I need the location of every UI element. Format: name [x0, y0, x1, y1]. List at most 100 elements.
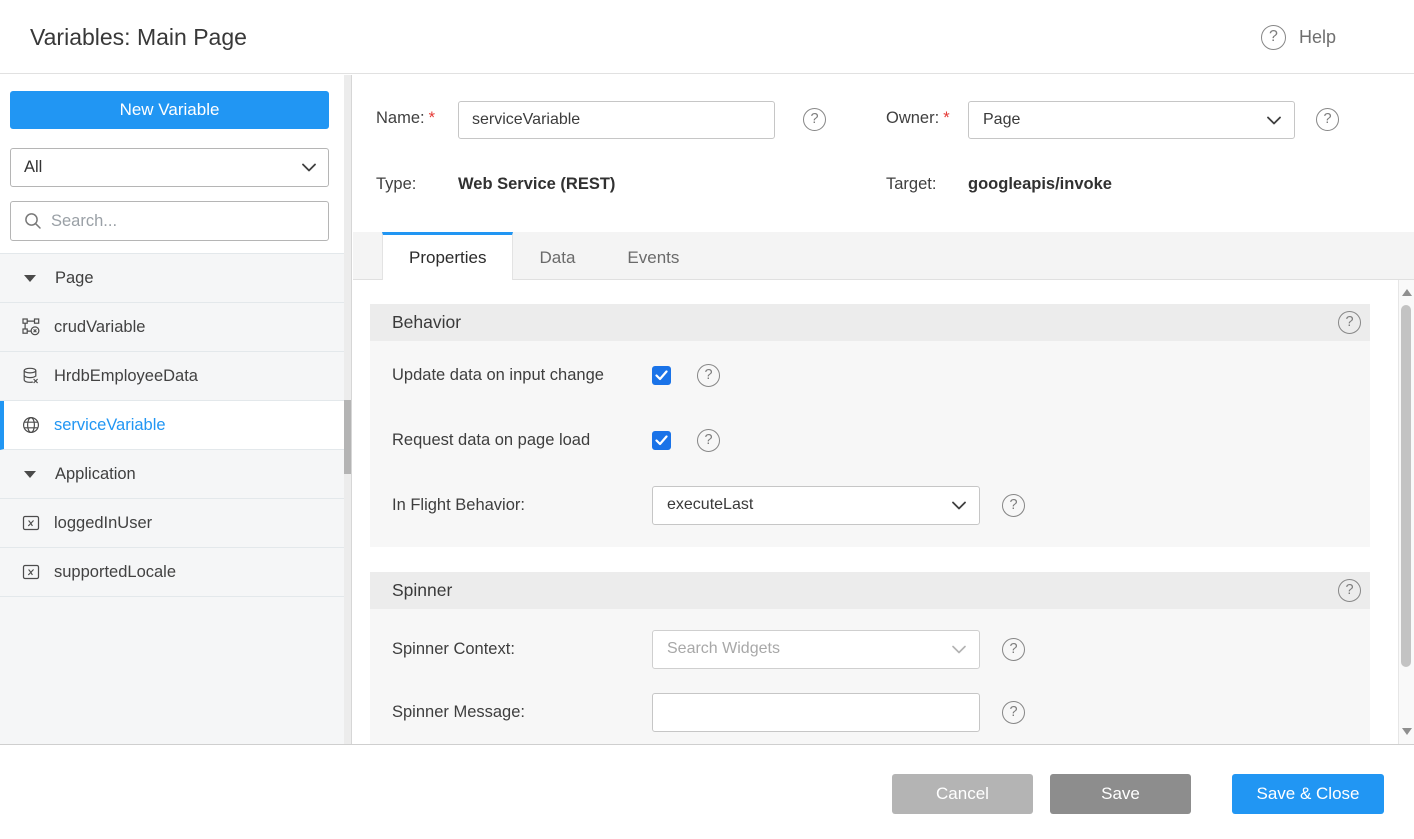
cancel-button[interactable]: Cancel — [892, 774, 1033, 814]
list-item-label: serviceVariable — [54, 416, 166, 435]
chevron-down-icon — [1267, 116, 1281, 125]
search-icon — [24, 212, 42, 230]
save-and-close-button[interactable]: Save & Close — [1232, 774, 1384, 814]
spinner-message-label: Spinner Message: — [392, 703, 652, 722]
required-asterisk: * — [429, 109, 435, 127]
request-data-help-icon[interactable]: ? — [697, 429, 720, 452]
spinner-context-label: Spinner Context: — [392, 640, 652, 659]
tab-properties[interactable]: Properties — [382, 232, 513, 281]
properties-tab-content: Behavior ? Update data on input change ?… — [353, 280, 1398, 744]
variables-dialog: Variables: Main Page ? Help New Variable… — [0, 0, 1414, 839]
owner-select[interactable]: Page — [968, 101, 1295, 139]
help-label: Help — [1299, 27, 1336, 48]
collapse-caret-icon — [24, 471, 36, 478]
spinner-context-select[interactable]: Search Widgets — [652, 630, 980, 669]
in-flight-behavior-value: executeLast — [667, 496, 952, 514]
spinner-section-title: Spinner — [392, 580, 452, 601]
spinner-section: Spinner ? Spinner Context: Search Widget… — [370, 572, 1370, 744]
variable-form: Name:* ? Owner:* Page ? Type: Web Servic… — [353, 75, 1414, 232]
in-flight-behavior-help-icon[interactable]: ? — [1002, 494, 1025, 517]
dialog-header: Variables: Main Page ? Help — [0, 0, 1414, 74]
content-scrollbar-thumb[interactable] — [1401, 305, 1411, 667]
behavior-section-header: Behavior ? — [370, 304, 1370, 341]
name-input[interactable] — [458, 101, 775, 139]
update-data-label: Update data on input change — [392, 366, 652, 385]
group-label: Application — [55, 465, 136, 484]
static-variable-icon — [22, 514, 40, 532]
checkmark-icon — [655, 435, 668, 446]
spinner-message-input[interactable] — [652, 693, 980, 732]
checkmark-icon — [655, 370, 668, 381]
request-data-label: Request data on page load — [392, 431, 652, 450]
spinner-message-help-icon[interactable]: ? — [1002, 701, 1025, 724]
target-value: googleapis/invoke — [968, 175, 1112, 194]
web-service-globe-icon — [22, 416, 40, 434]
spinner-context-row: Spinner Context: Search Widgets ? — [392, 629, 1350, 669]
new-variable-button[interactable]: New Variable — [10, 91, 329, 129]
request-data-checkbox[interactable] — [652, 431, 671, 450]
search-input[interactable] — [51, 212, 318, 231]
list-item-supportedlocale[interactable]: supportedLocale — [0, 548, 345, 597]
variable-filter-value: All — [24, 158, 302, 177]
behavior-section-title: Behavior — [392, 312, 461, 333]
tab-data[interactable]: Data — [513, 232, 601, 280]
list-item-crudvariable[interactable]: crudVariable — [0, 303, 345, 352]
chevron-down-icon — [952, 501, 966, 510]
tab-bar: Properties Data Events — [353, 232, 1414, 280]
in-flight-behavior-select[interactable]: executeLast — [652, 486, 980, 525]
group-label: Page — [55, 269, 94, 288]
sidebar-scrollbar-thumb[interactable] — [344, 400, 351, 474]
update-data-row: Update data on input change ? — [392, 355, 1350, 395]
group-header-page[interactable]: Page — [0, 254, 345, 303]
scroll-down-arrow-icon[interactable] — [1402, 728, 1412, 735]
list-item-servicevariable[interactable]: serviceVariable — [0, 401, 345, 450]
behavior-section: Behavior ? Update data on input change ?… — [370, 304, 1370, 547]
list-item-label: supportedLocale — [54, 563, 176, 582]
collapse-caret-icon — [24, 275, 36, 282]
spinner-help-icon[interactable]: ? — [1338, 579, 1361, 602]
help-button[interactable]: ? Help — [1261, 0, 1336, 74]
owner-label: Owner:* — [886, 109, 950, 128]
variable-list: Page crudVariable — [0, 253, 345, 744]
spinner-context-placeholder: Search Widgets — [667, 640, 952, 658]
name-label: Name:* — [376, 109, 435, 128]
list-item-label: loggedInUser — [54, 514, 152, 533]
sidebar-scrollbar[interactable] — [344, 75, 351, 744]
crud-variable-icon — [22, 318, 40, 336]
scroll-up-arrow-icon[interactable] — [1402, 289, 1412, 296]
static-variable-icon — [22, 563, 40, 581]
list-item-label: HrdbEmployeeData — [54, 367, 198, 386]
target-label: Target: — [886, 175, 936, 194]
owner-select-value: Page — [983, 111, 1267, 129]
in-flight-behavior-label: In Flight Behavior: — [392, 496, 652, 515]
name-help-icon[interactable]: ? — [803, 108, 826, 131]
required-asterisk: * — [943, 109, 949, 127]
save-button[interactable]: Save — [1050, 774, 1191, 814]
owner-help-icon[interactable]: ? — [1316, 108, 1339, 131]
update-data-checkbox[interactable] — [652, 366, 671, 385]
list-item-label: crudVariable — [54, 318, 145, 337]
help-icon[interactable]: ? — [1261, 25, 1286, 50]
type-value: Web Service (REST) — [458, 175, 615, 194]
spinner-context-help-icon[interactable]: ? — [1002, 638, 1025, 661]
chevron-down-icon — [302, 163, 316, 172]
update-data-help-icon[interactable]: ? — [697, 364, 720, 387]
content-scrollbar[interactable] — [1398, 280, 1414, 744]
database-variable-icon — [22, 367, 40, 385]
list-item-loggedinuser[interactable]: loggedInUser — [0, 499, 345, 548]
dialog-footer: Cancel Save Save & Close — [0, 744, 1414, 839]
list-item-hrdbemployeedata[interactable]: HrdbEmployeeData — [0, 352, 345, 401]
page-title: Variables: Main Page — [30, 0, 247, 74]
in-flight-behavior-row: In Flight Behavior: executeLast ? — [392, 485, 1350, 525]
spinner-message-row: Spinner Message: ? — [392, 692, 1350, 732]
behavior-help-icon[interactable]: ? — [1338, 311, 1361, 334]
request-data-row: Request data on page load ? — [392, 420, 1350, 460]
variable-search[interactable] — [10, 201, 329, 241]
tab-events[interactable]: Events — [601, 232, 705, 280]
variables-sidebar: New Variable All Page — [0, 75, 352, 744]
type-label: Type: — [376, 175, 416, 194]
variable-filter-select[interactable]: All — [10, 148, 329, 187]
spinner-section-header: Spinner ? — [370, 572, 1370, 609]
group-header-application[interactable]: Application — [0, 450, 345, 499]
chevron-down-icon — [952, 645, 966, 654]
